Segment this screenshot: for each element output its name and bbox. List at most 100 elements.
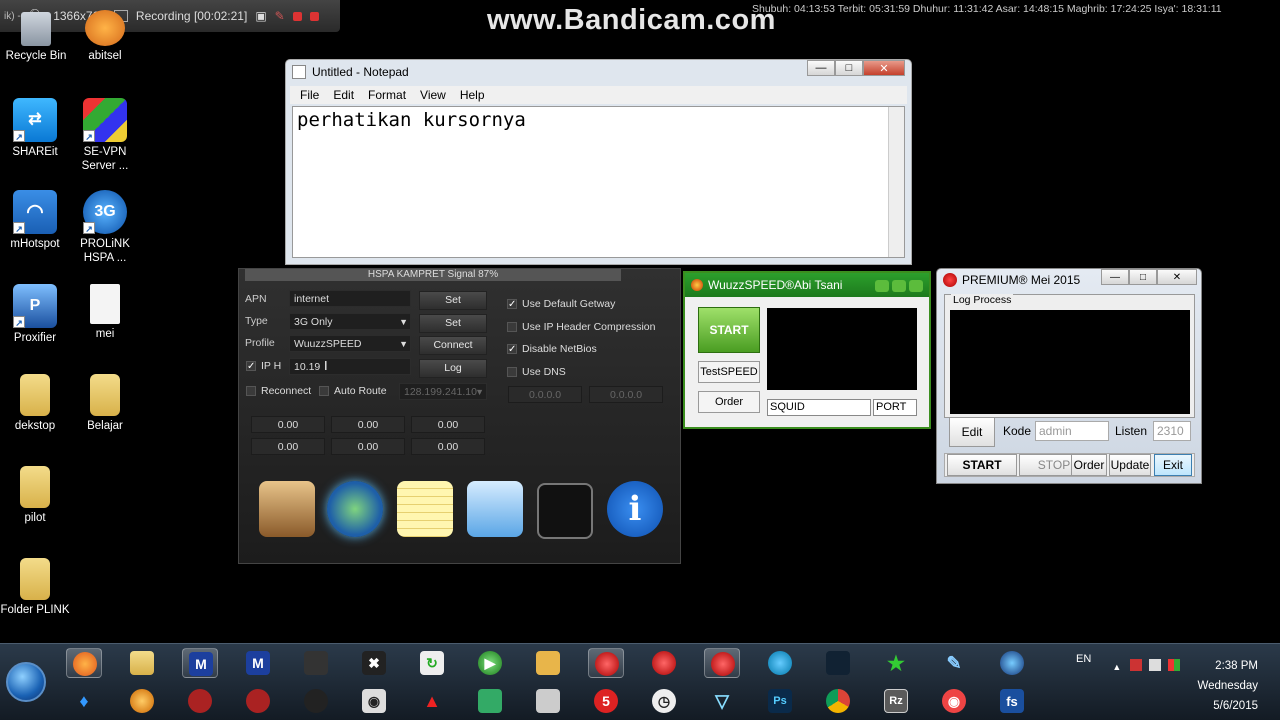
- autoroute-checkbox[interactable]: Auto Route: [319, 385, 387, 397]
- taskbar-m-app-1[interactable]: M: [182, 648, 218, 678]
- taskbar-explorer[interactable]: [124, 648, 160, 678]
- desktop-icon-folder-plink[interactable]: Folder PLINK: [0, 558, 71, 617]
- log-button[interactable]: Log: [419, 359, 487, 378]
- order-button[interactable]: Order: [698, 391, 760, 413]
- folder-icon[interactable]: [259, 481, 315, 537]
- taskbar-badge-app-2[interactable]: [240, 686, 276, 716]
- menu-help[interactable]: Help: [460, 88, 485, 102]
- minimize-button[interactable]: [875, 280, 889, 292]
- taskbar-app-blue[interactable]: [762, 648, 798, 678]
- taskbar-camera-pink[interactable]: ◉: [936, 686, 972, 716]
- desktop-icon-dekstop[interactable]: dekstop: [0, 374, 71, 433]
- desktop-icon-mhotspot[interactable]: ◠ ↗ mHotspot: [0, 190, 71, 251]
- taskbar-drive-app[interactable]: [530, 686, 566, 716]
- tray-arrow-icon[interactable]: ▲: [1112, 662, 1121, 672]
- testspeed-button[interactable]: TestSPEED: [698, 361, 760, 383]
- stop-icon[interactable]: [309, 11, 319, 21]
- minimize-button[interactable]: —: [1101, 269, 1129, 285]
- taskbar-app-red-1[interactable]: [588, 648, 624, 678]
- taskbar-clock-app[interactable]: ◷: [646, 686, 682, 716]
- type-select[interactable]: 3G Only ▼: [289, 313, 411, 330]
- info-icon[interactable]: i: [607, 481, 663, 537]
- notes-icon[interactable]: [397, 481, 453, 537]
- tray-app-icon[interactable]: [1130, 659, 1143, 671]
- terminal-icon[interactable]: [537, 483, 593, 539]
- premium-window[interactable]: PREMIUM® Mei 2015 — □ ✕ Log Process Edit…: [936, 268, 1202, 484]
- taskbar-red-app[interactable]: ▲: [414, 686, 450, 716]
- option-default-gateway[interactable]: ✓ Use Default Getway: [507, 298, 615, 310]
- language-indicator[interactable]: EN: [1076, 653, 1091, 665]
- pencil-icon[interactable]: ✎: [275, 9, 285, 23]
- taskbar-tools[interactable]: ✖: [356, 648, 392, 678]
- desktop-icon-belajar[interactable]: Belajar: [69, 374, 141, 433]
- maximize-button[interactable]: □: [835, 60, 863, 76]
- iph-input[interactable]: 10.19 I: [289, 358, 411, 375]
- taskbar-app-red-3[interactable]: [704, 648, 740, 678]
- taskbar-camera-app[interactable]: ◉: [356, 686, 392, 716]
- reconnect-checkbox[interactable]: Reconnect: [246, 385, 311, 397]
- start-button[interactable]: [6, 662, 46, 702]
- autoroute-select[interactable]: 128.199.241.10 ▼: [399, 383, 487, 400]
- desktop-icon-se-vpn[interactable]: ↗ SE-VPN Server ...: [69, 98, 141, 173]
- kode-input[interactable]: admin: [1035, 421, 1109, 441]
- taskbar-skull-app[interactable]: [298, 648, 334, 678]
- taskbar-refresh-app[interactable]: ↻: [414, 648, 450, 678]
- taskbar-flame-app[interactable]: ♦: [66, 686, 102, 716]
- dns2-input[interactable]: 0.0.0.0: [589, 386, 663, 403]
- minimize-button[interactable]: —: [807, 60, 835, 76]
- globe-icon[interactable]: [327, 481, 383, 537]
- menu-file[interactable]: File: [300, 88, 319, 102]
- taskbar-firefox[interactable]: [66, 648, 102, 678]
- taskbar-apple-app[interactable]: [298, 686, 334, 716]
- apn-input[interactable]: internet: [289, 290, 411, 307]
- taskbar-chrome[interactable]: [820, 686, 856, 716]
- listen-input[interactable]: 2310: [1153, 421, 1191, 441]
- tray-grid-icon[interactable]: [1168, 659, 1181, 671]
- tray-flag-icon[interactable]: [1149, 659, 1162, 671]
- taskbar-star-app[interactable]: ★: [878, 648, 914, 678]
- start-button[interactable]: START: [698, 307, 760, 353]
- menu-edit[interactable]: Edit: [333, 88, 354, 102]
- dns1-input[interactable]: 0.0.0.0: [508, 386, 582, 403]
- taskbar-network-app[interactable]: [994, 648, 1030, 678]
- wuuzzspeed-window[interactable]: WuuzzSPEED®Abi Tsani START TestSPEED Ord…: [683, 271, 931, 429]
- exit-button[interactable]: Exit: [1154, 454, 1192, 476]
- profile-select[interactable]: WuuzzSPEED ▼: [289, 335, 411, 352]
- close-button[interactable]: [909, 280, 923, 292]
- start-button[interactable]: START: [947, 454, 1017, 476]
- desktop-icon-proxifier[interactable]: P ↗ Proxifier: [0, 284, 71, 345]
- desktop-icon-pilot[interactable]: pilot: [0, 466, 71, 525]
- desktop-icon-recycle-bin[interactable]: Recycle Bin: [0, 12, 72, 63]
- update-button[interactable]: Update: [1109, 454, 1151, 476]
- taskbar-chrome-alt[interactable]: [124, 686, 160, 716]
- system-clock[interactable]: 2:38 PM Wednesday 5/6/2015: [1196, 656, 1258, 716]
- close-button[interactable]: ✕: [863, 60, 905, 76]
- taskbar-flask-app[interactable]: ▽: [704, 686, 740, 716]
- desktop-icon-prolink[interactable]: 3G ↗ PROLiNK HSPA ...: [69, 190, 141, 265]
- taskbar-fs-app[interactable]: fs: [994, 686, 1030, 716]
- pause-icon[interactable]: [292, 11, 302, 21]
- taskbar-m-app-2[interactable]: M: [240, 648, 276, 678]
- maximize-button[interactable]: □: [1129, 269, 1157, 285]
- close-button[interactable]: ✕: [1157, 269, 1197, 285]
- menu-format[interactable]: Format: [368, 88, 406, 102]
- type-set-button[interactable]: Set: [419, 314, 487, 333]
- taskbar-ninja[interactable]: [820, 648, 856, 678]
- connect-button[interactable]: Connect: [419, 336, 487, 355]
- taskbar-rz-app[interactable]: Rz: [878, 686, 914, 716]
- hspa-window[interactable]: HSPA KAMPRET Signal 87% APN internet Set…: [238, 268, 681, 564]
- apn-set-button[interactable]: Set: [419, 291, 487, 310]
- taskbar-five-app[interactable]: 5: [588, 686, 624, 716]
- order-button[interactable]: Order: [1071, 454, 1107, 476]
- wuuzzspeed-titlebar[interactable]: WuuzzSPEED®Abi Tsani: [685, 273, 929, 297]
- notepad-window[interactable]: Untitled - Notepad — □ ✕ File Edit Forma…: [285, 59, 912, 265]
- port-input[interactable]: PORT: [873, 399, 917, 416]
- notepad-text-area[interactable]: perhatikan kursornya: [292, 106, 905, 258]
- taskbar-photoshop[interactable]: Ps: [762, 686, 798, 716]
- mail-icon[interactable]: [467, 481, 523, 537]
- desktop-icon-mei[interactable]: mei: [69, 284, 141, 341]
- option-ip-header-compression[interactable]: Use IP Header Compression: [507, 321, 655, 333]
- edit-button[interactable]: Edit: [949, 417, 995, 447]
- desktop-icon-abitsel[interactable]: abitsel: [69, 10, 141, 63]
- taskbar-network-share[interactable]: [472, 686, 508, 716]
